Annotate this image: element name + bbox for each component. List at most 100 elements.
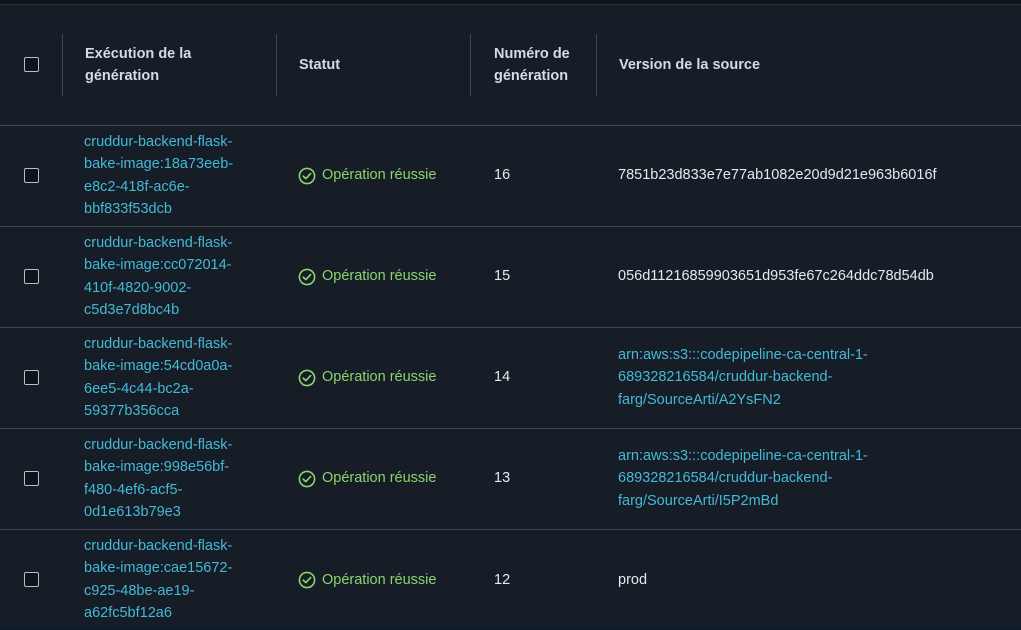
status-text: Opération réussie bbox=[322, 470, 437, 487]
source-version-link[interactable]: arn:aws:s3:::codepipeline-ca-central-1-6… bbox=[596, 445, 1021, 512]
row-checkbox[interactable] bbox=[24, 471, 39, 486]
status-cell: Opération réussie bbox=[276, 327, 470, 428]
build-run-link-line: cruddur-backend-flask- bbox=[84, 436, 233, 453]
build-run-link-line: cruddur-backend-flask- bbox=[84, 537, 233, 554]
build-run-cell: cruddur-backend-flask-bake-image:54cd0a0… bbox=[62, 327, 276, 428]
build-run-link-line: 59377b356cca bbox=[84, 402, 180, 419]
build-run-link-line: cruddur-backend-flask- bbox=[84, 133, 233, 150]
build-run-link-line: bbf833f53dcb bbox=[84, 200, 172, 217]
check-circle-icon bbox=[298, 268, 322, 286]
status-cell: Opération réussie bbox=[276, 226, 470, 327]
build-history-panel: Exécution de la génération Statut Numéro… bbox=[0, 0, 1021, 626]
status-text: Opération réussie bbox=[322, 369, 437, 386]
status-text: Opération réussie bbox=[322, 571, 437, 588]
row-select-cell bbox=[0, 327, 62, 428]
select-all-checkbox[interactable] bbox=[24, 57, 39, 73]
build-run-link-line: bake-image:cc072014- bbox=[84, 257, 232, 274]
table-header-row: Exécution de la génération Statut Numéro… bbox=[0, 5, 1021, 126]
build-run-link[interactable]: cruddur-backend-flask-bake-image:54cd0a0… bbox=[62, 333, 276, 423]
build-run-link-line: f480-4ef6-acf5- bbox=[84, 481, 183, 498]
build-run-link[interactable]: cruddur-backend-flask-bake-image:cae1567… bbox=[62, 535, 276, 625]
row-checkbox[interactable] bbox=[24, 168, 39, 183]
table-body: cruddur-backend-flask-bake-image:18a73ee… bbox=[0, 125, 1021, 630]
build-history-table: Exécution de la génération Statut Numéro… bbox=[0, 5, 1021, 630]
status-cell: Opération réussie bbox=[276, 428, 470, 529]
header-build-number[interactable]: Numéro de génération bbox=[470, 5, 596, 126]
source-version-line: arn:aws:s3:::codepipeline-ca-central-1- bbox=[618, 447, 868, 464]
build-run-link[interactable]: cruddur-backend-flask-bake-image:cc07201… bbox=[62, 232, 276, 322]
build-run-link-line: bake-image:998e56bf- bbox=[84, 459, 230, 476]
row-select-cell bbox=[0, 428, 62, 529]
row-checkbox[interactable] bbox=[24, 370, 39, 385]
header-build-run-label: Exécution de la génération bbox=[85, 45, 192, 84]
source-version-line: 7851b23d833e7e77ab1082e20d9d21e963b6016f bbox=[618, 167, 937, 184]
row-select-cell bbox=[0, 125, 62, 226]
check-circle-icon bbox=[298, 470, 322, 488]
source-version-text: 7851b23d833e7e77ab1082e20d9d21e963b6016f bbox=[596, 164, 1021, 186]
build-run-link-line: cruddur-backend-flask- bbox=[84, 234, 233, 251]
table-row: cruddur-backend-flask-bake-image:cc07201… bbox=[0, 226, 1021, 327]
status-indicator: Opération réussie bbox=[276, 164, 470, 186]
row-checkbox[interactable] bbox=[24, 269, 39, 284]
build-run-cell: cruddur-backend-flask-bake-image:cae1567… bbox=[62, 529, 276, 630]
source-version-text: 056d11216859903651d953fe67c264ddc78d54db bbox=[596, 265, 1021, 287]
source-version-link[interactable]: arn:aws:s3:::codepipeline-ca-central-1-6… bbox=[596, 344, 1021, 411]
build-run-link[interactable]: cruddur-backend-flask-bake-image:18a73ee… bbox=[62, 131, 276, 221]
source-version-cell: prod bbox=[596, 529, 1021, 630]
build-number-cell: 14 bbox=[470, 327, 596, 428]
build-number-cell: 15 bbox=[470, 226, 596, 327]
source-version-cell: 056d11216859903651d953fe67c264ddc78d54db bbox=[596, 226, 1021, 327]
source-version-cell: arn:aws:s3:::codepipeline-ca-central-1-6… bbox=[596, 327, 1021, 428]
status-indicator: Opération réussie bbox=[276, 467, 470, 489]
build-run-link-line: e8c2-418f-ac6e- bbox=[84, 178, 190, 195]
row-checkbox[interactable] bbox=[24, 572, 39, 588]
build-run-cell: cruddur-backend-flask-bake-image:cc07201… bbox=[62, 226, 276, 327]
build-run-link-line: c5d3e7d8bc4b bbox=[84, 301, 180, 318]
check-circle-icon bbox=[298, 369, 322, 387]
source-version-line: 689328216584/cruddur-backend- bbox=[618, 369, 833, 386]
header-status[interactable]: Statut bbox=[276, 5, 470, 126]
build-run-cell: cruddur-backend-flask-bake-image:18a73ee… bbox=[62, 125, 276, 226]
header-source-version[interactable]: Version de la source bbox=[596, 5, 1021, 126]
source-version-line: 689328216584/cruddur-backend- bbox=[618, 470, 833, 487]
status-indicator: Opération réussie bbox=[276, 569, 470, 591]
build-run-link-line: 0d1e613b79e3 bbox=[84, 503, 181, 520]
status-text: Opération réussie bbox=[322, 268, 437, 285]
build-run-link-line: 6ee5-4c44-bc2a- bbox=[84, 380, 194, 397]
build-run-link-line: bake-image:18a73eeb- bbox=[84, 156, 234, 173]
source-version-cell: 7851b23d833e7e77ab1082e20d9d21e963b6016f bbox=[596, 125, 1021, 226]
source-version-line: arn:aws:s3:::codepipeline-ca-central-1- bbox=[618, 346, 868, 363]
build-run-link-line: cruddur-backend-flask- bbox=[84, 335, 233, 352]
header-build-number-label: Numéro de génération bbox=[494, 45, 570, 84]
header-divider bbox=[596, 34, 597, 96]
build-number: 14 bbox=[494, 369, 511, 386]
build-run-cell: cruddur-backend-flask-bake-image:998e56b… bbox=[62, 428, 276, 529]
build-number-cell: 13 bbox=[470, 428, 596, 529]
status-indicator: Opération réussie bbox=[276, 366, 470, 388]
header-source-version-label: Version de la source bbox=[619, 56, 761, 73]
source-version-cell: arn:aws:s3:::codepipeline-ca-central-1-6… bbox=[596, 428, 1021, 529]
build-number: 13 bbox=[494, 470, 511, 487]
build-run-link-line: a62fc5bf12a6 bbox=[84, 605, 172, 622]
source-version-line: farg/SourceArti/I5P2mBd bbox=[618, 492, 779, 509]
row-select-cell bbox=[0, 529, 62, 630]
check-circle-icon bbox=[298, 571, 322, 589]
table-row: cruddur-backend-flask-bake-image:cae1567… bbox=[0, 529, 1021, 630]
source-version-text: prod bbox=[596, 569, 1021, 591]
source-version-line: prod bbox=[618, 571, 648, 588]
table-row: cruddur-backend-flask-bake-image:54cd0a0… bbox=[0, 327, 1021, 428]
header-divider bbox=[276, 34, 277, 96]
status-cell: Opération réussie bbox=[276, 125, 470, 226]
check-circle-icon bbox=[298, 167, 322, 185]
build-number: 12 bbox=[494, 571, 511, 588]
header-select-all bbox=[0, 5, 62, 126]
source-version-line: 056d11216859903651d953fe67c264ddc78d54db bbox=[618, 268, 934, 285]
table-row: cruddur-backend-flask-bake-image:998e56b… bbox=[0, 428, 1021, 529]
build-run-link-line: bake-image:54cd0a0a- bbox=[84, 358, 233, 375]
build-number-cell: 12 bbox=[470, 529, 596, 630]
source-version-line: farg/SourceArti/A2YsFN2 bbox=[618, 391, 781, 408]
build-number: 16 bbox=[494, 167, 511, 184]
build-run-link[interactable]: cruddur-backend-flask-bake-image:998e56b… bbox=[62, 434, 276, 524]
header-divider bbox=[470, 34, 471, 96]
header-build-run[interactable]: Exécution de la génération bbox=[62, 5, 276, 126]
